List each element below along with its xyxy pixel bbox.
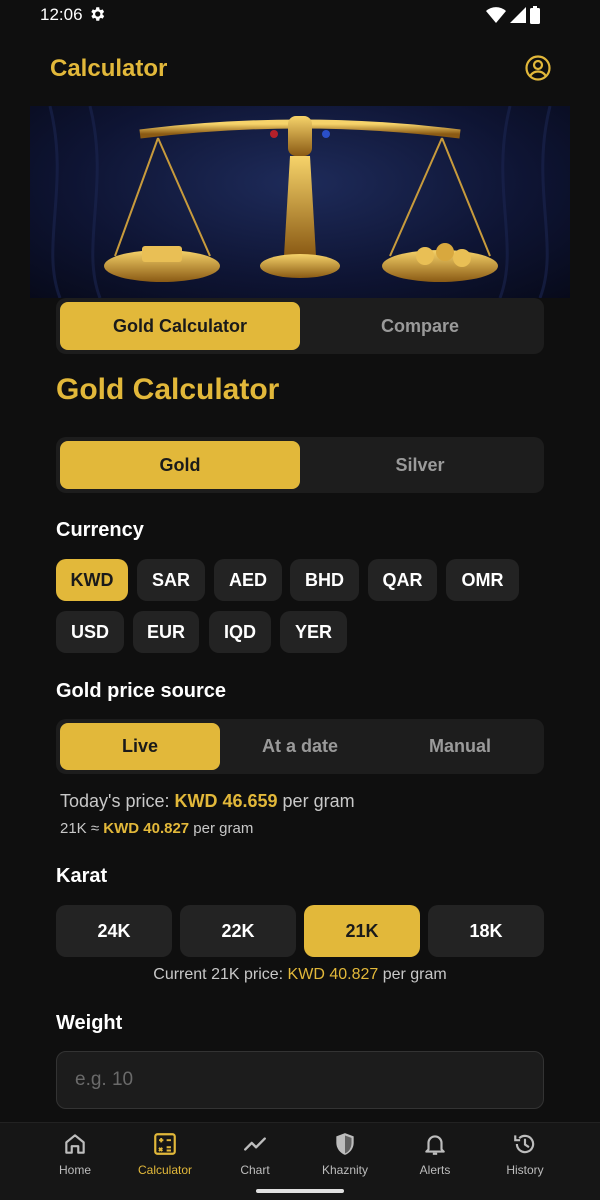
price-source-label: Gold price source [56,680,227,702]
nav-label-history: History [506,1163,544,1177]
nav-label-calculator: Calculator [137,1163,193,1177]
tab-compare[interactable]: Compare [300,302,540,350]
home-indicator[interactable] [256,1189,344,1193]
price-source-tabs: Live At a date Manual [56,719,544,774]
karat-label: Karat [56,865,108,887]
nav-label-chart: Chart [240,1163,270,1177]
todays-price-suffix: per gram [277,791,355,811]
nav-item-khaznity[interactable]: Khaznity [300,1131,390,1187]
weight-input[interactable] [56,1051,544,1109]
nav-label-alerts: Alerts [419,1163,451,1177]
nav-label-khaznity: Khaznity [321,1163,369,1177]
currency-chip-iqd[interactable]: IQD [209,611,271,653]
wifi-icon [486,7,506,23]
currency-chip-eur[interactable]: EUR [133,611,199,653]
app-title: Calculator [50,55,168,82]
nav-item-chart[interactable]: Chart [210,1131,300,1187]
todays-price: Today's price: KWD 46.659 per gram [60,791,355,812]
app-bar: Calculator [0,40,600,96]
tab-gold-calculator[interactable]: Gold Calculator [60,302,300,350]
tab-live[interactable]: Live [60,723,220,770]
current-karat-prefix: Current 21K price: [153,966,288,983]
chart-icon [244,1137,266,1151]
nav-label-home: Home [58,1163,91,1177]
nav-item-history[interactable]: History [480,1131,570,1187]
currency-chip-qar[interactable]: QAR [368,559,437,601]
nav-item-calculator[interactable]: Calculator [120,1131,210,1187]
karat-18k-button[interactable]: 18K [428,905,544,957]
current-karat-suffix: per gram [378,966,447,983]
account-icon[interactable] [525,55,551,81]
current-karat-value: KWD 40.827 [287,966,379,983]
currency-label: Currency [56,519,144,541]
todays-price-prefix: Today's price: [60,791,175,811]
karat-equivalent-price: 21K ≈ KWD 40.827 per gram [60,820,253,837]
gold-scale-illustration [48,106,552,298]
tab-manual[interactable]: Manual [380,723,540,770]
currency-chip-sar[interactable]: SAR [137,559,205,601]
todays-price-value: KWD 46.659 [174,791,278,811]
battery-icon [530,6,540,24]
karat-equivalent-prefix: 21K ≈ [60,820,104,837]
karat-21k-button[interactable]: 21K [304,905,420,957]
settings-gear-icon [91,7,105,21]
history-icon [514,1134,535,1154]
karat-24k-button[interactable]: 24K [56,905,172,957]
tab-silver[interactable]: Silver [300,441,540,489]
bell-icon [425,1135,445,1155]
tab-at-a-date[interactable]: At a date [220,723,380,770]
weight-label: Weight [56,1012,123,1034]
currency-chip-omr[interactable]: OMR [446,559,519,601]
currency-chip-kwd[interactable]: KWD [56,559,128,601]
current-karat-price: Current 21K price: KWD 40.827 per gram [0,966,600,984]
currency-chip-bhd[interactable]: BHD [290,559,359,601]
metal-tabs: Gold Silver [56,437,544,493]
hero-banner-image [30,106,570,298]
currency-chip-yer[interactable]: YER [280,611,347,653]
home-icon [65,1134,85,1154]
calculator-icon [154,1133,176,1155]
mode-tabs: Gold Calculator Compare [56,298,544,354]
shield-icon [336,1133,354,1155]
nav-item-alerts[interactable]: Alerts [390,1131,480,1187]
currency-chip-aed[interactable]: AED [214,559,282,601]
status-time: 12:06 [40,5,83,24]
karat-equivalent-suffix: per gram [189,820,254,837]
tab-gold[interactable]: Gold [60,441,300,489]
status-icons [486,6,540,24]
page-title: Gold Calculator [56,373,280,406]
signal-icon [510,7,526,23]
karat-equivalent-value: KWD 40.827 [103,820,190,837]
nav-item-home[interactable]: Home [30,1131,120,1187]
status-bar: 12:06 [0,0,600,30]
currency-chip-usd[interactable]: USD [56,611,124,653]
karat-22k-button[interactable]: 22K [180,905,296,957]
